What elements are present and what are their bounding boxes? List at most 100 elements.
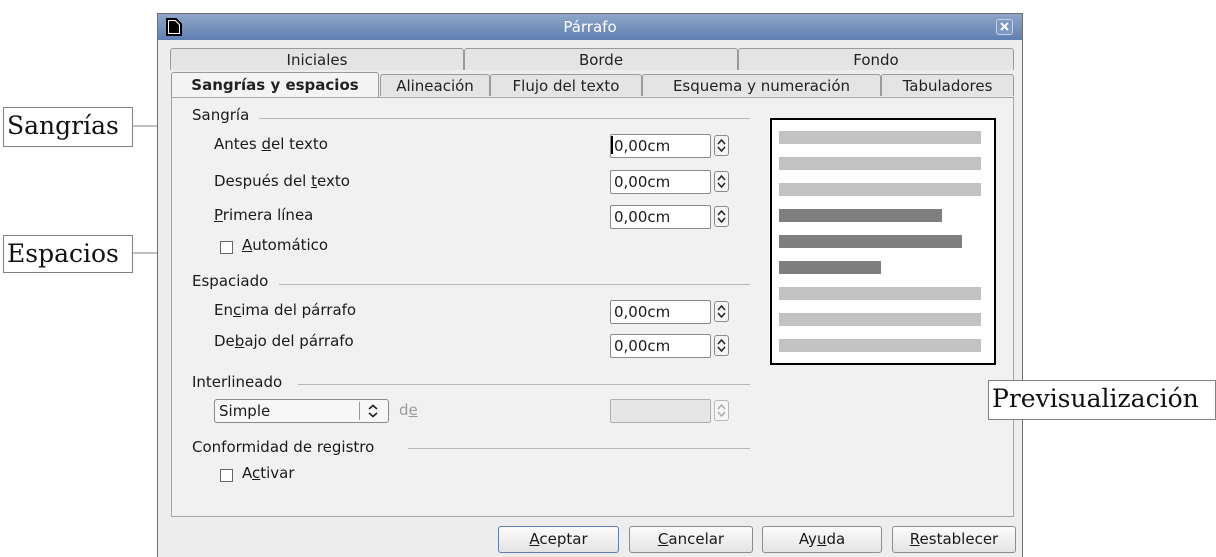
callout-preview: Previsualización	[988, 380, 1216, 420]
line-spacing-value-field[interactable]	[610, 399, 729, 423]
preview-line	[779, 339, 981, 352]
below-paragraph-stepper[interactable]	[714, 335, 729, 356]
label-part: da	[826, 530, 846, 548]
label-part: Antes	[214, 135, 262, 153]
before-text-stepper[interactable]	[714, 135, 729, 156]
stepper-arrows-icon	[717, 304, 726, 319]
after-text-input[interactable]: 0,00cm	[610, 170, 711, 194]
line-spacing-value-stepper[interactable]	[714, 400, 729, 421]
preview-line	[779, 157, 981, 170]
label-part: En	[214, 301, 233, 319]
dialog-title: Párrafo	[563, 18, 617, 36]
label-part: ancelar	[668, 530, 725, 548]
label-part: De	[214, 332, 235, 350]
dropdown-arrows-icon	[368, 404, 378, 418]
below-paragraph-field[interactable]: 0,00cm	[610, 334, 729, 358]
section-divider	[298, 384, 750, 385]
cancel-button[interactable]: Cancelar	[629, 526, 753, 553]
first-line-label: Primera línea	[214, 206, 313, 224]
label-part: establecer	[919, 530, 999, 548]
stepper-arrows-icon	[717, 338, 726, 353]
of-label: de	[399, 401, 418, 419]
after-text-label: Después del texto	[214, 172, 350, 190]
label-mnemonic: c	[252, 464, 261, 482]
preview-line	[779, 131, 981, 144]
label-part: ima del párrafo	[241, 301, 357, 319]
label-mnemonic: P	[214, 206, 223, 224]
section-sangria: Sangría	[192, 106, 250, 124]
before-text-input[interactable]: 0,00cm	[610, 134, 711, 158]
label-part: d	[399, 401, 409, 419]
above-paragraph-stepper[interactable]	[714, 301, 729, 322]
preview-line	[779, 313, 981, 326]
tab-sangrias-y-espacios[interactable]: Sangrías y espacios	[171, 72, 379, 97]
label-part: rimera línea	[222, 206, 314, 224]
stepper-arrows-icon	[717, 138, 726, 153]
section-divider	[279, 284, 750, 285]
section-divider	[259, 118, 750, 119]
label-part: ajo del párrafo	[244, 332, 354, 350]
label-part: Ay	[798, 530, 817, 548]
reset-button[interactable]: Restablecer	[892, 526, 1016, 553]
before-text-field[interactable]: 0,00cm	[610, 134, 729, 158]
automatic-label: Automático	[242, 236, 328, 254]
preview-line	[779, 235, 962, 248]
after-text-field[interactable]: 0,00cm	[610, 170, 729, 194]
tab-borde[interactable]: Borde	[464, 48, 738, 70]
tab-tabuladores[interactable]: Tabuladores	[881, 74, 1014, 96]
label-part: Después del	[214, 172, 312, 190]
title-bar[interactable]: Párrafo	[158, 14, 1022, 40]
section-divider	[408, 448, 750, 449]
tab-alineacion[interactable]: Alineación	[380, 74, 490, 96]
close-button[interactable]	[996, 19, 1013, 35]
tab-fondo[interactable]: Fondo	[738, 48, 1014, 70]
section-conformidad-de-registro: Conformidad de registro	[192, 438, 375, 456]
label-part: exto	[317, 172, 350, 190]
automatic-checkbox[interactable]	[220, 241, 233, 254]
line-spacing-value-input[interactable]	[610, 399, 711, 423]
tab-esquema-y-numeracion[interactable]: Esquema y numeración	[642, 74, 881, 96]
label-part: el texto	[271, 135, 328, 153]
callout-espacios: Espacios	[3, 235, 133, 273]
paragraph-dialog: Párrafo Iniciales Borde Fondo Sangrías y…	[157, 13, 1023, 557]
stepper-arrows-icon	[717, 403, 726, 418]
section-espaciado: Espaciado	[192, 272, 269, 290]
stepper-arrows-icon	[717, 174, 726, 189]
close-icon	[1000, 22, 1009, 31]
callout-sangrias: Sangrías	[3, 107, 133, 147]
label-mnemonic: A	[242, 236, 253, 254]
preview-line	[779, 209, 942, 222]
help-button[interactable]: Ayuda	[762, 526, 882, 553]
activate-checkbox[interactable]	[220, 469, 233, 482]
first-line-field[interactable]: 0,00cm	[610, 205, 729, 229]
above-paragraph-field[interactable]: 0,00cm	[610, 300, 729, 324]
section-interlineado: Interlineado	[192, 373, 283, 391]
before-text-label: Antes del texto	[214, 135, 328, 153]
first-line-input[interactable]: 0,00cm	[610, 205, 711, 229]
paragraph-preview	[770, 118, 996, 365]
label-mnemonic: e	[408, 401, 418, 419]
label-mnemonic: C	[657, 530, 669, 548]
below-paragraph-label: Debajo del párrafo	[214, 332, 354, 350]
label-mnemonic: d	[261, 135, 271, 153]
label-mnemonic: b	[234, 332, 245, 350]
below-paragraph-input[interactable]: 0,00cm	[610, 334, 711, 358]
label-mnemonic: A	[529, 530, 540, 548]
preview-line	[779, 183, 981, 196]
tab-iniciales[interactable]: Iniciales	[170, 48, 464, 70]
label-part: ceptar	[539, 530, 588, 548]
tab-flujo-del-texto[interactable]: Flujo del texto	[490, 74, 642, 96]
label-mnemonic: R	[909, 530, 920, 548]
above-paragraph-input[interactable]: 0,00cm	[610, 300, 711, 324]
ok-button[interactable]: Aceptar	[498, 526, 619, 553]
preview-line	[779, 261, 881, 274]
after-text-stepper[interactable]	[714, 171, 729, 192]
line-spacing-select[interactable]: Simple	[214, 399, 389, 423]
activate-label: Activar	[242, 464, 295, 482]
label-part: tivar	[260, 464, 295, 482]
stepper-arrows-icon	[717, 209, 726, 224]
label-mnemonic: c	[232, 301, 242, 319]
first-line-stepper[interactable]	[714, 206, 729, 227]
preview-line	[779, 287, 981, 300]
label-part: utomático	[252, 236, 329, 254]
